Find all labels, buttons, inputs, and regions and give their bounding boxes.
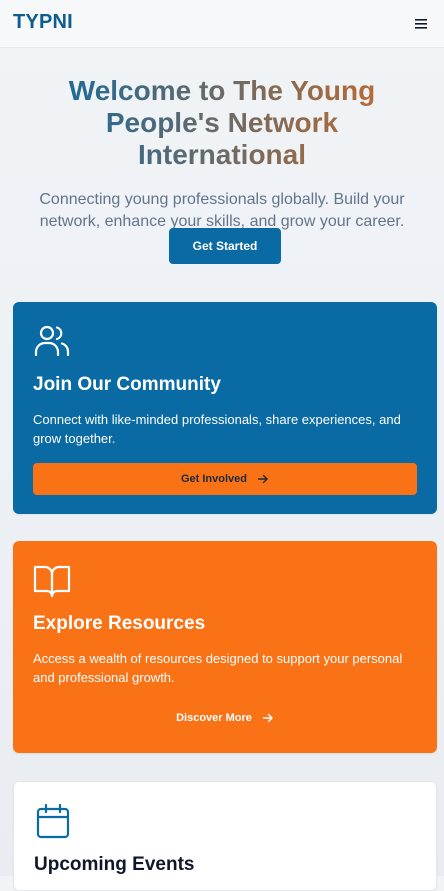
- events-card-title: Upcoming Events: [34, 854, 195, 875]
- hamburger-menu-icon: [415, 19, 427, 29]
- discover-more-label: Discover More: [176, 712, 252, 724]
- get-involved-button[interactable]: Get Involved: [33, 463, 417, 495]
- users-icon: [33, 322, 71, 360]
- brand-logo-text[interactable]: TYPNI: [13, 11, 73, 34]
- resources-card-text: Access a wealth of resources designed to…: [33, 651, 403, 685]
- events-card: Upcoming Events: [13, 781, 437, 891]
- community-card: Join Our Community Connect with like-min…: [13, 302, 437, 514]
- hero-section: Welcome to The Young People's Network In…: [0, 75, 444, 233]
- top-navbar: TYPNI: [0, 0, 444, 48]
- discover-more-button[interactable]: Discover More: [33, 706, 417, 730]
- calendar-icon: [34, 802, 72, 840]
- hero-subtitle: Connecting young professionals globally.…: [39, 191, 405, 230]
- community-card-text: Connect with like-minded professionals, …: [33, 412, 401, 446]
- menu-button[interactable]: [412, 15, 430, 33]
- book-open-icon: [33, 561, 71, 599]
- get-started-button[interactable]: Get Started: [169, 228, 281, 264]
- resources-card: Explore Resources Access a wealth of res…: [13, 541, 437, 753]
- get-involved-label: Get Involved: [180, 473, 248, 485]
- resources-card-title: Explore Resources: [33, 613, 206, 634]
- arrow-right-icon: [257, 474, 268, 484]
- arrow-right-icon: [262, 713, 273, 723]
- community-card-title: Join Our Community: [33, 374, 221, 395]
- hero-title: Welcome to The Young People's Network In…: [32, 75, 412, 171]
